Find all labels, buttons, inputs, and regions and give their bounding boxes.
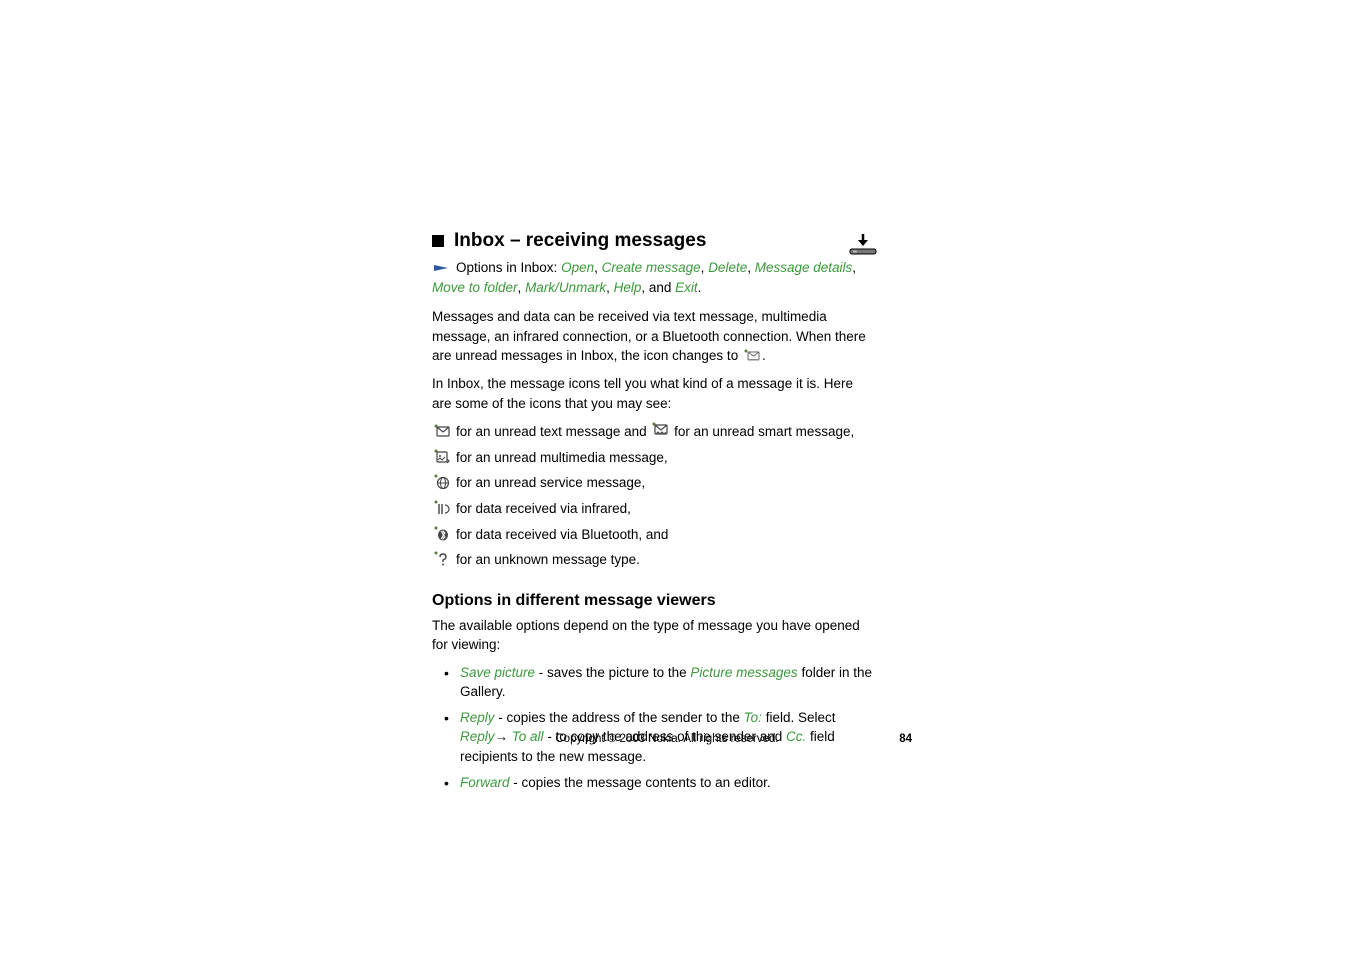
icon-line-text-message: for an unread text message and for an un… [432, 422, 872, 442]
unread-service-icon [432, 473, 452, 491]
unread-smart-message-icon [652, 422, 668, 442]
infrared-icon [432, 499, 452, 517]
page-number: 84 [899, 733, 912, 745]
icon-line-mms: for an unread multimedia message, [432, 448, 872, 468]
period: . [698, 280, 702, 295]
cc-label: Cc. [786, 729, 806, 744]
section-heading-row: Inbox – receiving messages [432, 230, 872, 252]
bullet-forward: Forward - copies the message contents to… [432, 773, 872, 793]
arrow-label: → [495, 729, 512, 744]
option-help: Help [614, 280, 642, 295]
bullet-list: Save picture - saves the picture to the … [432, 663, 872, 792]
icon-line-bluetooth: for data received via Bluetooth, and [432, 525, 872, 545]
section-heading: Inbox – receiving messages [454, 230, 706, 252]
reply-label: Reply [460, 710, 495, 725]
icon-line-infrared: for data received via infrared, [432, 499, 872, 519]
sep: , [852, 260, 856, 275]
document-page: Inbox – receiving messages Options in In… [432, 230, 872, 798]
option-mark-unmark: Mark/Unmark [525, 280, 606, 295]
picture-messages-label: Picture messages [687, 665, 798, 680]
copyright-text: Copyright © 2003 Nokia. All rights reser… [547, 733, 787, 745]
icon-line-service: for an unread service message, [432, 473, 872, 493]
options-and: , and [641, 280, 675, 295]
b2-mid1: - copies the address of the sender to th… [495, 710, 744, 725]
para1-text-b: . [762, 348, 766, 363]
bullet-save-picture: Save picture - saves the picture to the … [432, 663, 872, 702]
to-all-label: To all [512, 729, 544, 744]
heading-bullet-icon [432, 235, 444, 247]
paragraph-icons-intro: In Inbox, the message icons tell you wha… [432, 374, 872, 413]
paragraph-options-depend: The available options depend on the type… [432, 616, 872, 655]
option-create-message: Create message [602, 260, 701, 275]
save-picture-label: Save picture [460, 665, 535, 680]
paragraph-receive-info: Messages and data can be received via te… [432, 307, 872, 366]
phone-download-icon [848, 232, 878, 256]
options-triangle-icon [432, 263, 450, 273]
forward-label: Forward [460, 775, 510, 790]
reply2-label: Reply [460, 729, 495, 744]
icon-line-unknown: for an unknown message type. [432, 550, 872, 570]
icon-infrared-text: for data received via infrared, [456, 499, 872, 519]
b2-mid2: field. Select [762, 710, 836, 725]
b1-mid1: - saves the picture to the [535, 665, 687, 680]
sep: , [594, 260, 602, 275]
sep: , [606, 280, 614, 295]
icon-text-b: for an unread smart message, [670, 424, 854, 439]
icon-mms-text: for an unread multimedia message, [456, 448, 872, 468]
sep: , [518, 280, 526, 295]
to-field-label: To: [744, 710, 762, 725]
option-message-details: Message details [755, 260, 853, 275]
icon-service-text: for an unread service message, [456, 473, 872, 493]
icon-bluetooth-text: for data received via Bluetooth, and [456, 525, 872, 545]
subheading-options-viewers: Options in different message viewers [432, 592, 872, 610]
icon-unknown-text: for an unknown message type. [456, 550, 872, 570]
option-move-to-folder: Move to folder [432, 280, 518, 295]
unread-mms-icon [432, 448, 452, 466]
unknown-message-icon [432, 550, 452, 568]
unread-text-message-icon [432, 422, 452, 440]
option-open: Open [561, 260, 594, 275]
option-delete: Delete [708, 260, 747, 275]
option-exit: Exit [675, 280, 698, 295]
para1-text-a: Messages and data can be received via te… [432, 309, 866, 363]
inbox-unread-icon [744, 347, 760, 367]
icon-text-a: for an unread text message and [456, 424, 650, 439]
b3-mid1: - copies the message contents to an edit… [510, 775, 771, 790]
options-intro-text: Options in Inbox: [456, 260, 561, 275]
bluetooth-icon [432, 525, 452, 543]
options-in-inbox: Options in Inbox: Open, Create message , … [432, 258, 872, 297]
sep: , [747, 260, 755, 275]
